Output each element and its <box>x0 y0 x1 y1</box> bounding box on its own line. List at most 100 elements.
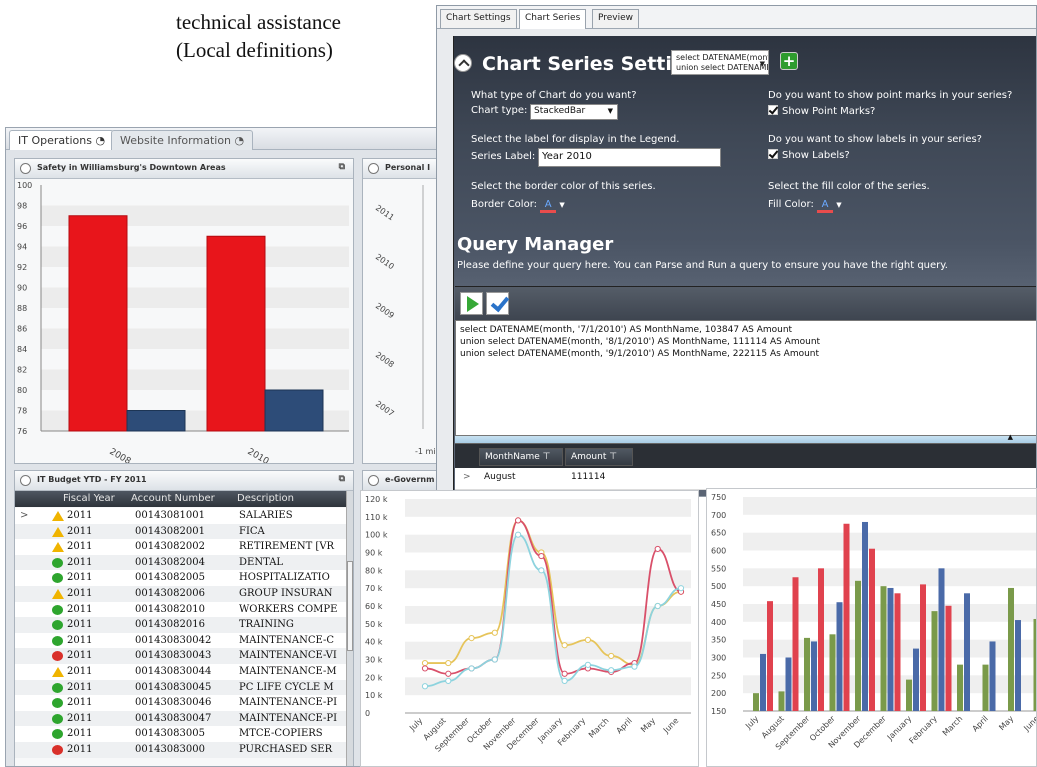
col-fiscal-year[interactable]: Fiscal Year <box>63 493 115 504</box>
y-tick-label: 550 <box>711 564 726 573</box>
budget-row[interactable]: 2011 001430830044 MAINTENANCE-M <box>15 664 353 680</box>
tab-preview[interactable]: Preview <box>592 9 640 28</box>
col-monthname[interactable]: MonthName ⊤ <box>479 448 563 466</box>
add-series-button[interactable]: + <box>780 52 798 70</box>
chevron-down-icon[interactable]: ▼ <box>559 201 564 209</box>
error-icon <box>52 651 63 662</box>
labels-question: Do you want to show labels in your serie… <box>768 134 982 145</box>
budget-row[interactable]: >2011 00143081001 SALARIES <box>15 508 353 524</box>
chevron-down-icon[interactable]: ▼ <box>836 201 841 209</box>
chart-type-select[interactable]: StackedBar ▼ <box>530 104 618 120</box>
result-grid-row[interactable]: > August 111114 <box>455 468 1036 490</box>
cell-desc: DENTAL <box>239 556 284 568</box>
y-tick-label: 2007 <box>374 399 396 418</box>
x-tick-label: 2008 <box>108 447 133 463</box>
filter-icon[interactable]: ⊤ <box>609 452 617 462</box>
bar <box>785 657 792 711</box>
budget-row[interactable]: 2011 001430830042 MAINTENANCE-C <box>15 632 353 649</box>
filter-icon[interactable]: ⊤ <box>543 452 551 462</box>
maximize-icon[interactable]: ⧉ <box>339 474 345 484</box>
scrollbar-thumb[interactable] <box>347 561 353 651</box>
x-tick-label: February <box>907 714 939 746</box>
tab-it-operations[interactable]: IT Operations ◔ <box>9 130 115 150</box>
safety-panel: Safety in Williamsburg's Downtown Areas … <box>14 158 354 464</box>
budget-row[interactable]: 2011 001430830046 MAINTENANCE-PI <box>15 695 353 712</box>
bar <box>264 389 324 432</box>
budget-row[interactable]: 2011 001430830045 PC LIFE CYCLE M <box>15 679 353 696</box>
tab-website-information[interactable]: Website Information ◔ <box>111 130 254 150</box>
x-tick-label: May <box>639 716 657 734</box>
y-tick-label: 200 <box>711 689 726 698</box>
cell-account: 00143082005 <box>135 572 205 584</box>
grid-splitter[interactable]: ▲ <box>455 433 1036 444</box>
budget-scrollbar[interactable] <box>346 491 353 766</box>
budget-row[interactable]: 2011 00143082001 FICA <box>15 523 353 540</box>
budget-row[interactable]: 2011 00143082004 DENTAL <box>15 554 353 571</box>
budget-row[interactable]: 2011 00143083005 MTCE-COPIERS <box>15 726 353 743</box>
panel-collapse-icon[interactable] <box>20 475 31 486</box>
point-marks-checkbox[interactable] <box>768 105 778 115</box>
budget-row[interactable]: 2011 001430830047 MAINTENANCE-PI <box>15 710 353 727</box>
tab-close-icon[interactable]: ◔ <box>95 134 105 147</box>
show-labels-checkbox[interactable] <box>768 149 778 159</box>
budget-grid-header: Fiscal Year Account Number Description <box>15 491 353 507</box>
maximize-icon[interactable]: ⧉ <box>339 162 345 172</box>
tab-chart-settings[interactable]: Chart Settings <box>440 9 517 28</box>
error-icon <box>52 745 63 755</box>
budget-row[interactable]: 2011 001430830043 MAINTENANCE-VI <box>15 648 353 665</box>
budget-panel-header: IT Budget YTD - FY 2011 ⧉ <box>15 471 353 491</box>
y-tick-label: 300 <box>711 654 726 663</box>
bar <box>68 215 128 432</box>
data-point <box>445 677 452 684</box>
fill-color-picker[interactable]: A <box>817 200 834 213</box>
bar <box>818 568 824 711</box>
col-account-number[interactable]: Account Number <box>131 493 215 504</box>
bar <box>862 521 868 711</box>
budget-row[interactable]: 2011 00143083000 PURCHASED SER <box>15 742 353 758</box>
labels-row[interactable]: Show Labels? <box>768 149 850 161</box>
budget-row[interactable]: 2011 00143082002 RETIREMENT [VR <box>15 539 353 556</box>
x-tick-label: April <box>615 716 634 735</box>
ok-status-icon <box>52 698 63 709</box>
bar <box>982 664 989 711</box>
data-point <box>538 567 545 574</box>
cell-desc: PURCHASED SER <box>239 744 333 755</box>
border-color-picker[interactable]: A <box>540 200 557 213</box>
data-point <box>491 656 498 663</box>
safety-panel-header: Safety in Williamsburg's Downtown Areas … <box>15 159 353 179</box>
col-amount[interactable]: Amount ⊤ <box>565 448 633 466</box>
y-tick-label: 400 <box>711 618 726 627</box>
budget-row[interactable]: 2011 00143082016 TRAINING <box>15 617 353 634</box>
chart-config-window: Chart Settings Chart Series Preview Char… <box>436 5 1037 497</box>
tab-chart-series[interactable]: Chart Series <box>519 9 587 29</box>
budget-row[interactable]: 2011 00143082005 HOSPITALIZATIO <box>15 570 353 587</box>
y-tick-label: 88 <box>17 304 27 313</box>
panel-collapse-icon[interactable] <box>368 475 379 486</box>
tab-close-icon[interactable]: ◔ <box>235 134 245 147</box>
y-tick-label: 100 k <box>365 531 388 540</box>
panel-collapse-icon[interactable] <box>368 163 379 174</box>
parse-query-button[interactable] <box>486 292 509 315</box>
chart-series-panel: Chart Series Settings select DATENAME(mo… <box>453 36 1036 496</box>
budget-row[interactable]: 2011 00143082010 WORKERS COMPE <box>15 601 353 618</box>
budget-row[interactable]: 2011 00143082006 GROUP INSURAN <box>15 586 353 602</box>
point-marks-row[interactable]: Show Point Marks? <box>768 105 875 117</box>
query-select[interactable]: select DATENAME(month, '7/1/2010') AS Mo… <box>671 50 769 75</box>
cell-year: 2011 <box>67 697 93 709</box>
chevron-up-icon[interactable]: ▲ <box>1008 433 1013 441</box>
col-description[interactable]: Description <box>237 493 294 504</box>
run-query-button[interactable] <box>460 292 483 315</box>
grid-band <box>743 568 1037 587</box>
panel-collapse-icon[interactable] <box>20 163 31 174</box>
y-tick-label: 80 k <box>365 566 383 575</box>
y-tick-label: 0 <box>365 709 370 718</box>
grid-band <box>743 497 1037 515</box>
y-tick-label: 2009 <box>374 301 396 320</box>
collapse-icon[interactable] <box>454 54 472 72</box>
query-editor[interactable]: select DATENAME(month, '7/1/2010') AS Mo… <box>455 320 1036 436</box>
cell-year: 2011 <box>67 634 93 646</box>
series-label-input[interactable]: Year 2010 <box>538 148 721 167</box>
dashboard-tabs: IT Operations ◔ Website Information ◔ <box>6 128 446 150</box>
data-point <box>561 670 568 677</box>
warning-icon <box>52 526 64 537</box>
